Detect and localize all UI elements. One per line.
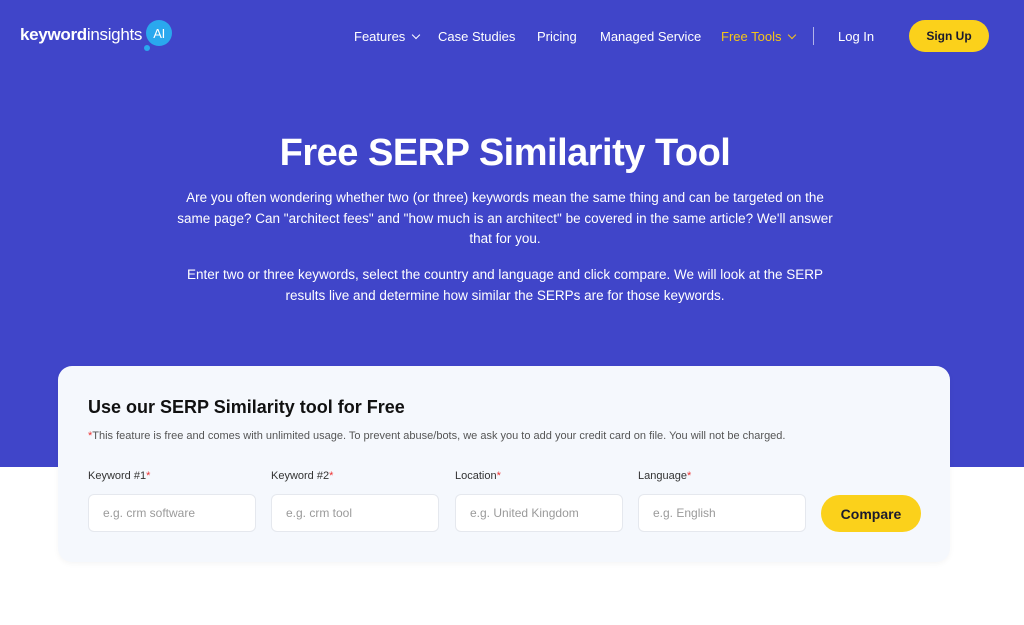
logo[interactable]: keyword insights AI	[20, 20, 173, 51]
nav-divider	[813, 27, 814, 45]
nav-item-label: Features	[354, 29, 406, 44]
nav-item-label: Pricing	[537, 29, 577, 44]
hero-instructions: Enter two or three keywords, select the …	[186, 267, 824, 303]
form-title: Use our SERP Similarity tool for Free	[88, 397, 405, 417]
chevron-down-icon	[788, 30, 797, 39]
top-navigation: keyword insights AI Features Case Studie…	[0, 0, 1024, 72]
serp-similarity-form-card: Use our SERP Similarity tool for Free *T…	[58, 366, 950, 562]
sign-up-button[interactable]: Sign Up	[909, 20, 989, 52]
language-input[interactable]	[638, 494, 806, 532]
label-text: Keyword #2	[271, 470, 330, 482]
nav-item-managed-service[interactable]: Managed Service	[600, 29, 701, 44]
language-label: Language*	[638, 470, 691, 482]
location-input[interactable]	[455, 494, 623, 532]
nav-item-free-tools[interactable]: Free Tools	[721, 29, 797, 44]
nav-item-pricing[interactable]: Pricing	[537, 29, 577, 44]
page-title: Free SERP Similarity Tool	[279, 132, 731, 174]
label-text: Keyword #1	[88, 470, 147, 482]
nav-item-features[interactable]: Features	[354, 29, 421, 44]
location-label: Location*	[455, 470, 501, 482]
logo-text-bold: keyword	[20, 25, 87, 44]
hero-description: Are you often wondering whether two (or …	[177, 190, 833, 246]
keyword-2-input[interactable]	[271, 494, 439, 532]
label-text: Location	[455, 470, 497, 482]
nav-item-case-studies[interactable]: Case Studies	[438, 29, 515, 44]
required-asterisk: *	[329, 470, 334, 482]
logo-text-light: insights	[86, 25, 143, 44]
required-asterisk: *	[686, 470, 692, 482]
keyword-1-input[interactable]	[88, 494, 256, 532]
compare-button[interactable]: Compare	[821, 495, 921, 532]
form-note-text: This feature is free and comes with unli…	[92, 430, 786, 442]
chevron-down-icon	[412, 30, 421, 39]
keyword-2-label: Keyword #2*	[271, 470, 333, 482]
login-label: Log In	[838, 29, 875, 44]
required-asterisk: *	[146, 470, 151, 482]
login-link[interactable]: Log In	[838, 29, 874, 44]
required-asterisk: *	[496, 470, 501, 482]
form-note: *This feature is free and comes with unl…	[88, 430, 785, 442]
keyword-1-label: Keyword #1*	[88, 470, 150, 482]
nav-item-label: Case Studies	[438, 29, 516, 44]
ai-badge-icon: AI	[144, 20, 173, 51]
nav-item-label: Managed Service	[600, 29, 702, 44]
label-text: Language	[638, 470, 687, 482]
nav-item-label: Free Tools	[721, 29, 782, 44]
